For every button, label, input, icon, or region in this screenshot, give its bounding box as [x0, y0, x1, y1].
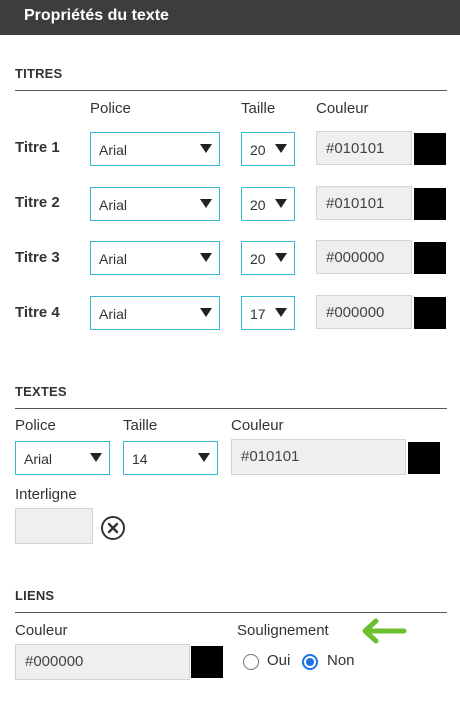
soulignement-oui-radio[interactable] — [243, 654, 259, 670]
soulignement-non-label[interactable]: Non — [327, 652, 355, 669]
titre-2-taille-value: 20 — [250, 197, 266, 213]
textes-police-value: Arial — [24, 451, 53, 467]
titre-3-color-swatch[interactable] — [414, 242, 446, 274]
column-label-police: Police — [90, 100, 131, 117]
titre-4-couleur-input[interactable]: #000000 — [316, 295, 412, 329]
section-title-titres: TITRES — [15, 66, 63, 81]
section-title-textes: TEXTES — [15, 384, 67, 399]
titre-4-taille-value: 17 — [250, 306, 266, 322]
titre-2-label: Titre 2 — [15, 194, 60, 211]
chevron-down-icon — [200, 199, 212, 208]
titre-1-taille-select[interactable]: 20 — [241, 132, 295, 166]
clear-circle-x-icon[interactable] — [100, 515, 126, 541]
titre-1-police-value: Arial — [99, 142, 128, 158]
textes-taille-label: Taille — [123, 417, 158, 434]
titre-4-color-swatch[interactable] — [414, 297, 446, 329]
chevron-down-icon — [198, 453, 210, 462]
titre-1-color-swatch[interactable] — [414, 133, 446, 165]
textes-color-swatch[interactable] — [408, 442, 440, 474]
textes-police-select[interactable]: Arial — [15, 441, 110, 475]
chevron-down-icon — [275, 253, 287, 262]
titre-1-label: Titre 1 — [15, 139, 60, 156]
interligne-input[interactable] — [15, 508, 93, 544]
soulignement-non-radio[interactable] — [302, 654, 318, 670]
chevron-down-icon — [200, 144, 212, 153]
titre-4-couleur-value: #000000 — [326, 304, 385, 321]
chevron-down-icon — [90, 453, 102, 462]
textes-taille-select[interactable]: 14 — [123, 441, 218, 475]
titre-2-couleur-input[interactable]: #010101 — [316, 186, 412, 220]
titre-3-police-select[interactable]: Arial — [90, 241, 220, 275]
titre-3-police-value: Arial — [99, 251, 128, 267]
panel-title: Propriétés du texte — [24, 7, 169, 24]
left-arrow-icon — [362, 618, 407, 644]
column-label-taille: Taille — [241, 100, 276, 117]
titre-3-couleur-input[interactable]: #000000 — [316, 240, 412, 274]
titre-2-taille-select[interactable]: 20 — [241, 187, 295, 221]
liens-couleur-value: #000000 — [25, 653, 84, 670]
chevron-down-icon — [275, 199, 287, 208]
titre-1-police-select[interactable]: Arial — [90, 132, 220, 166]
liens-color-swatch[interactable] — [191, 646, 223, 678]
titre-2-police-select[interactable]: Arial — [90, 187, 220, 221]
chevron-down-icon — [275, 144, 287, 153]
soulignement-label: Soulignement — [237, 622, 329, 639]
titre-3-couleur-value: #000000 — [326, 249, 385, 266]
titre-4-label: Titre 4 — [15, 304, 60, 321]
section-divider-titres — [15, 90, 447, 91]
titre-1-taille-value: 20 — [250, 142, 266, 158]
titre-4-police-value: Arial — [99, 306, 128, 322]
chevron-down-icon — [275, 308, 287, 317]
section-title-liens: LIENS — [15, 588, 55, 603]
titre-3-label: Titre 3 — [15, 249, 60, 266]
textes-couleur-input[interactable]: #010101 — [231, 439, 406, 475]
soulignement-oui-label[interactable]: Oui — [267, 652, 290, 669]
textes-couleur-label: Couleur — [231, 417, 284, 434]
titre-4-taille-select[interactable]: 17 — [241, 296, 295, 330]
titre-2-color-swatch[interactable] — [414, 188, 446, 220]
titre-2-couleur-value: #010101 — [326, 195, 385, 212]
section-divider-textes — [15, 408, 447, 409]
liens-couleur-label: Couleur — [15, 622, 68, 639]
titre-2-police-value: Arial — [99, 197, 128, 213]
panel-header: Propriétés du texte — [0, 0, 460, 35]
titre-1-couleur-value: #010101 — [326, 140, 385, 157]
textes-couleur-value: #010101 — [241, 448, 300, 465]
titre-1-couleur-input[interactable]: #010101 — [316, 131, 412, 165]
section-divider-liens — [15, 612, 447, 613]
titre-4-police-select[interactable]: Arial — [90, 296, 220, 330]
interligne-label: Interligne — [15, 486, 77, 503]
liens-couleur-input[interactable]: #000000 — [15, 644, 190, 680]
textes-police-label: Police — [15, 417, 56, 434]
titre-3-taille-select[interactable]: 20 — [241, 241, 295, 275]
chevron-down-icon — [200, 308, 212, 317]
chevron-down-icon — [200, 253, 212, 262]
column-label-couleur: Couleur — [316, 100, 369, 117]
textes-taille-value: 14 — [132, 451, 148, 467]
titre-3-taille-value: 20 — [250, 251, 266, 267]
